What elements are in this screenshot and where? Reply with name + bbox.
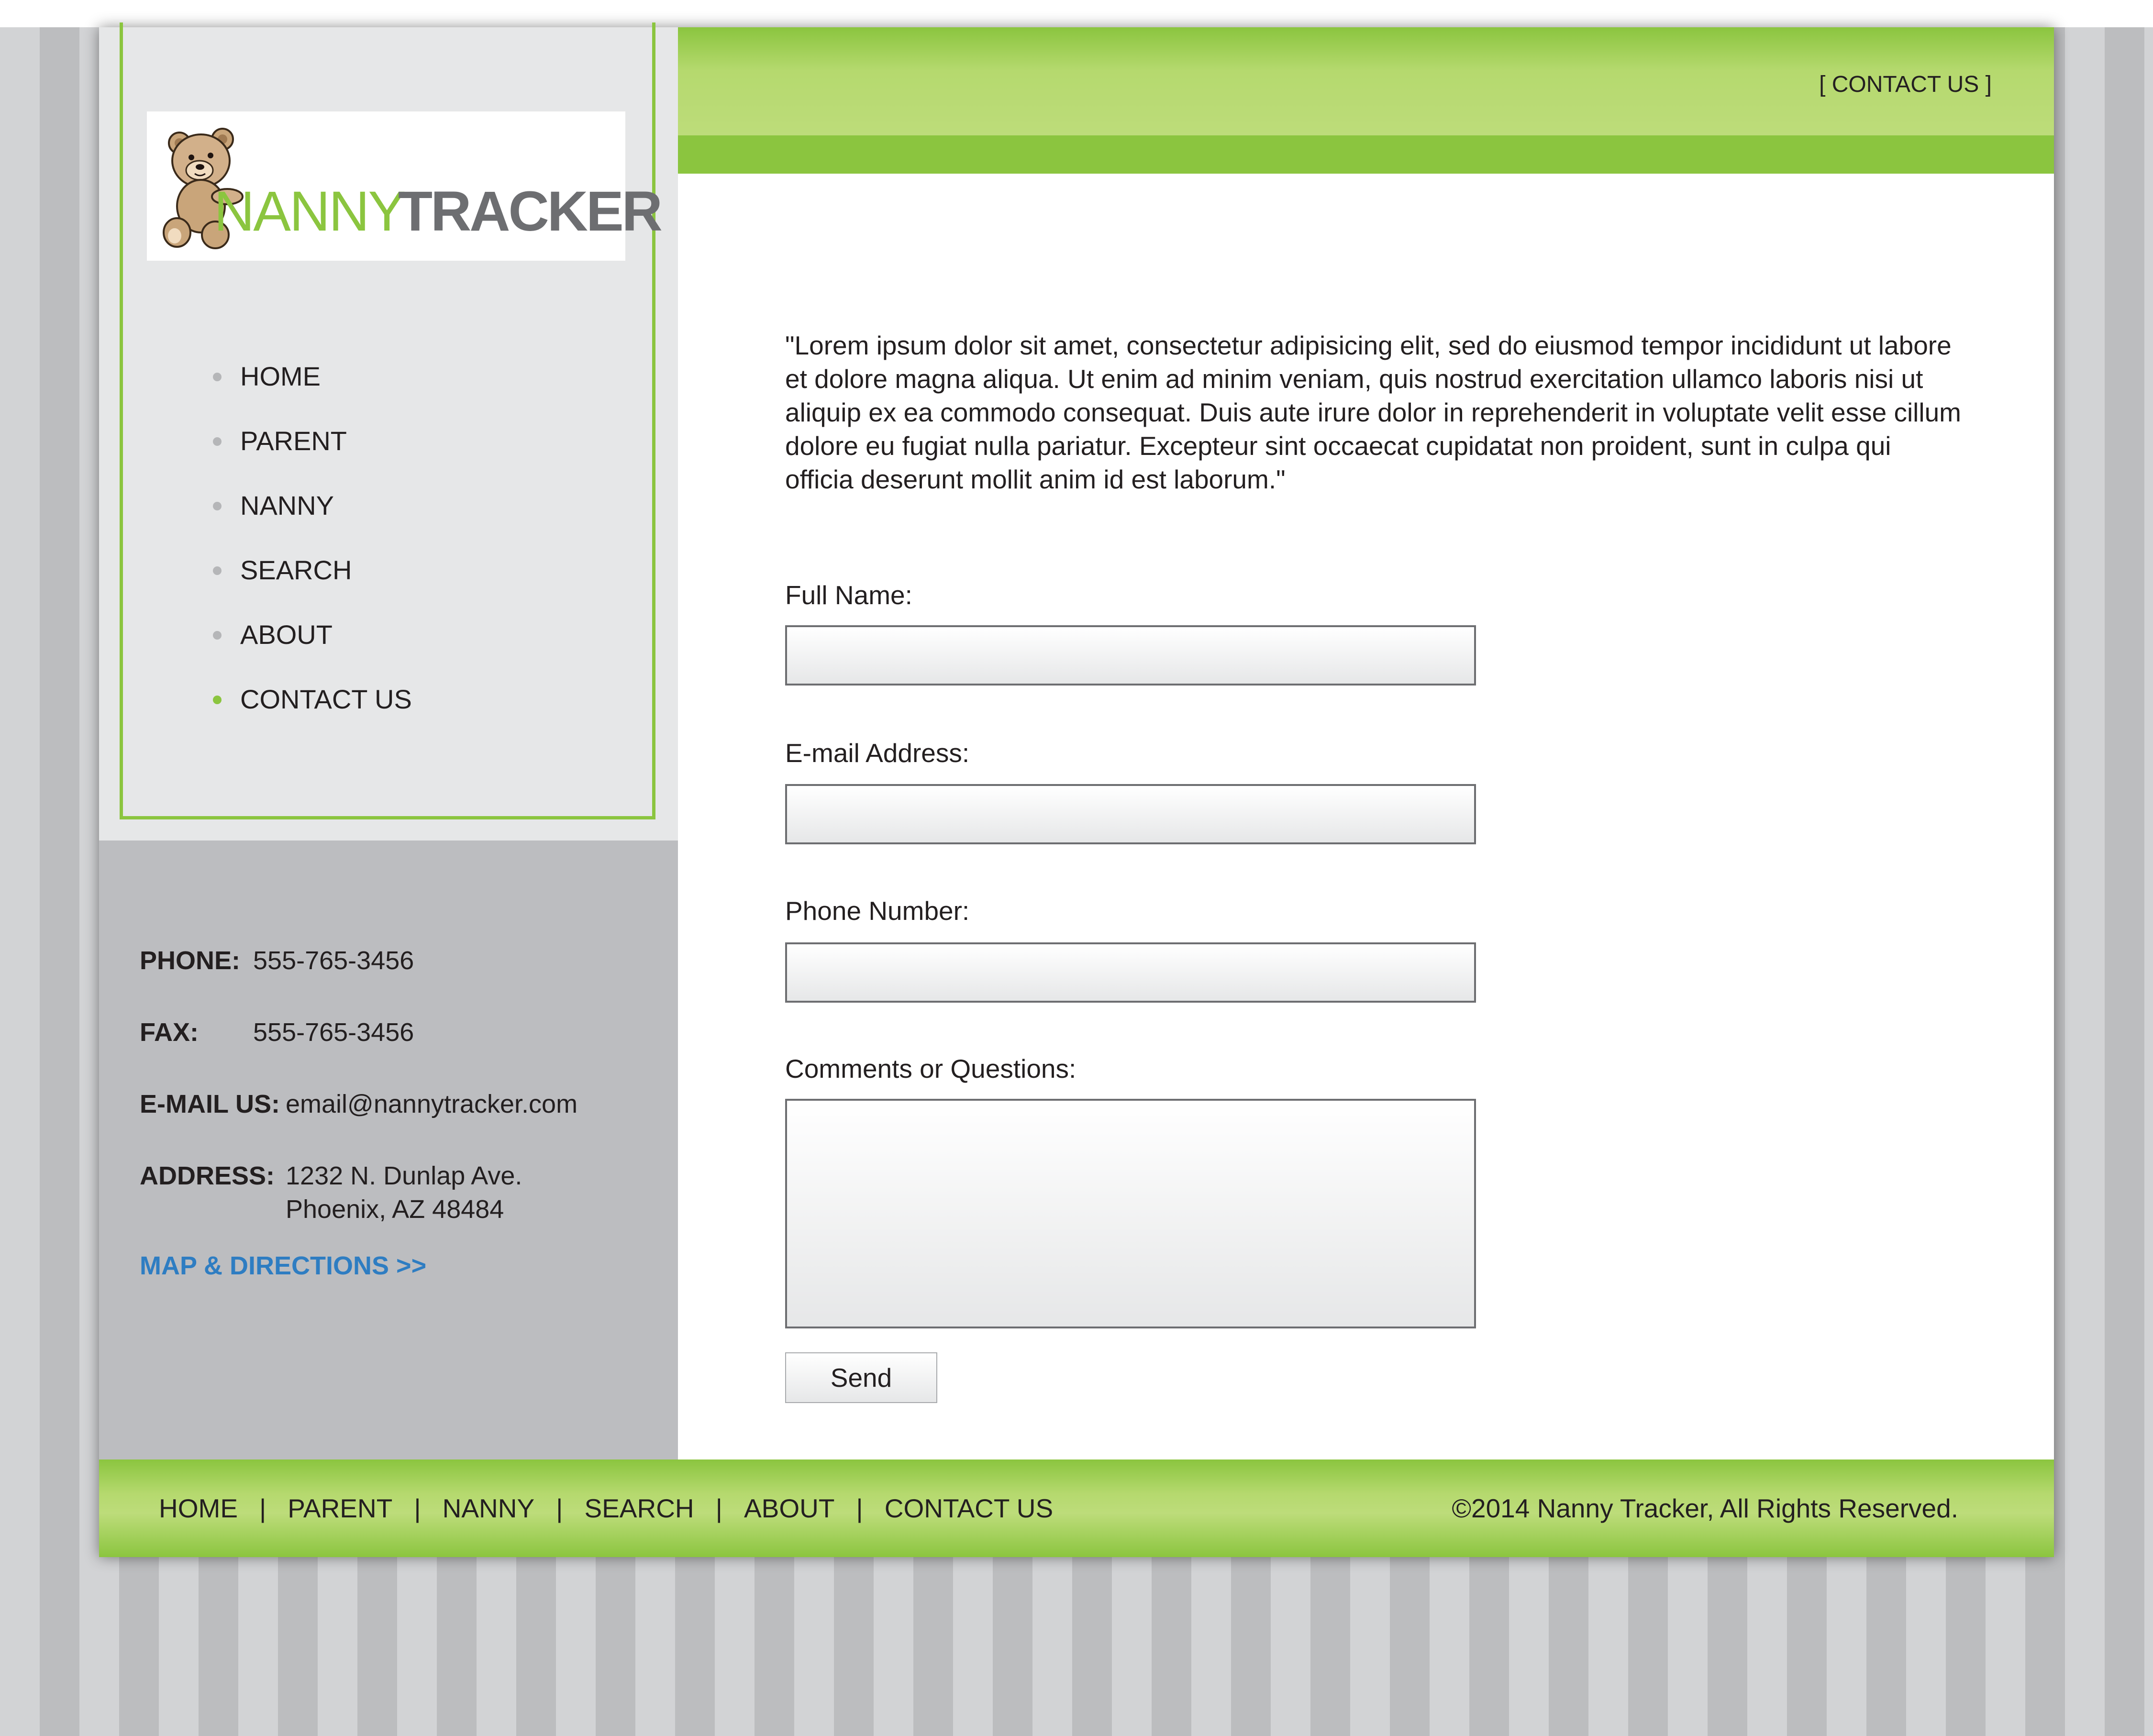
page-container: NANNY TRACKER HOME PARENT NANNY SEARCH A… (99, 22, 2054, 1557)
header-bar: [ CONTACT US ] (678, 27, 2054, 135)
footer-separator: | (414, 1493, 421, 1523)
logo-text-tracker: TRACKER (398, 180, 663, 243)
map-directions-link[interactable]: MAP & DIRECTIONS >> (140, 1251, 426, 1281)
footer-link-nanny[interactable]: NANNY (443, 1493, 535, 1524)
comments-label: Comments or Questions: (785, 1054, 1076, 1084)
footer: HOME | PARENT | NANNY | SEARCH | ABOUT |… (99, 1460, 2054, 1557)
sidebar: NANNY TRACKER HOME PARENT NANNY SEARCH A… (99, 22, 678, 840)
full-name-input[interactable] (785, 625, 1476, 686)
bullet-icon (213, 502, 222, 510)
footer-separator: | (556, 1493, 563, 1523)
contact-info-panel: PHONE: 555-765-3456 FAX: 555-765-3456 E-… (99, 840, 678, 1462)
fax-label: FAX: (140, 1018, 199, 1047)
footer-link-search[interactable]: SEARCH (584, 1493, 694, 1524)
sidebar-item-contact-us[interactable]: CONTACT US (213, 680, 500, 719)
footer-link-home[interactable]: HOME (159, 1493, 238, 1524)
sidebar-item-nanny[interactable]: NANNY (213, 487, 500, 525)
sidebar-item-label: PARENT (240, 426, 347, 456)
sidebar-item-label: ABOUT (240, 619, 333, 650)
footer-separator: | (715, 1493, 722, 1523)
logo-text-nanny: NANNY (214, 180, 406, 243)
email-value: email@nannytracker.com (286, 1090, 578, 1118)
active-bullet-icon (213, 696, 222, 704)
logo[interactable]: NANNY TRACKER (147, 111, 663, 261)
phone-label: PHONE: (140, 946, 241, 975)
bullet-icon (213, 566, 222, 575)
footer-link-contact-us[interactable]: CONTACT US (885, 1493, 1053, 1524)
phone-number-input[interactable] (785, 942, 1476, 1003)
address-line-1: 1232 N. Dunlap Ave. (286, 1161, 522, 1190)
bullet-icon (213, 373, 222, 381)
footer-nav: HOME | PARENT | NANNY | SEARCH | ABOUT |… (159, 1460, 1053, 1557)
intro-text: "Lorem ipsum dolor sit amet, consectetur… (785, 331, 1962, 494)
sidebar-item-parent[interactable]: PARENT (213, 422, 500, 460)
bullet-icon (213, 631, 222, 640)
sidebar-item-home[interactable]: HOME (213, 357, 500, 396)
sidebar-item-search[interactable]: SEARCH (213, 551, 500, 589)
comments-textarea[interactable] (785, 1099, 1476, 1328)
footer-link-about[interactable]: ABOUT (744, 1493, 834, 1524)
footer-separator: | (259, 1493, 266, 1523)
send-button[interactable]: Send (785, 1352, 937, 1403)
email-label: E-MAIL US: (140, 1090, 280, 1118)
sidebar-item-label: HOME (240, 361, 321, 391)
copyright-text: ©2014 Nanny Tracker, All Rights Reserved… (1452, 1493, 1958, 1523)
footer-link-parent[interactable]: PARENT (288, 1493, 392, 1524)
email-address-label: E-mail Address: (785, 738, 970, 768)
header-contact-link[interactable]: [ CONTACT US ] (1819, 71, 1992, 98)
header-accent-strip (678, 135, 2054, 174)
address-line-2: Phoenix, AZ 48484 (286, 1195, 504, 1224)
address-label: ADDRESS: (140, 1161, 275, 1190)
sidebar-item-label: SEARCH (240, 555, 352, 585)
bullet-icon (213, 437, 222, 446)
fax-value: 555-765-3456 (253, 1018, 414, 1047)
phone-number-label: Phone Number: (785, 896, 970, 926)
sidebar-item-label: NANNY (240, 490, 334, 520)
full-name-label: Full Name: (785, 580, 912, 610)
phone-value: 555-765-3456 (253, 946, 414, 975)
sidebar-item-about[interactable]: ABOUT (213, 616, 500, 654)
email-address-input[interactable] (785, 784, 1476, 844)
sidebar-item-label: CONTACT US (240, 684, 412, 714)
footer-separator: | (856, 1493, 863, 1523)
